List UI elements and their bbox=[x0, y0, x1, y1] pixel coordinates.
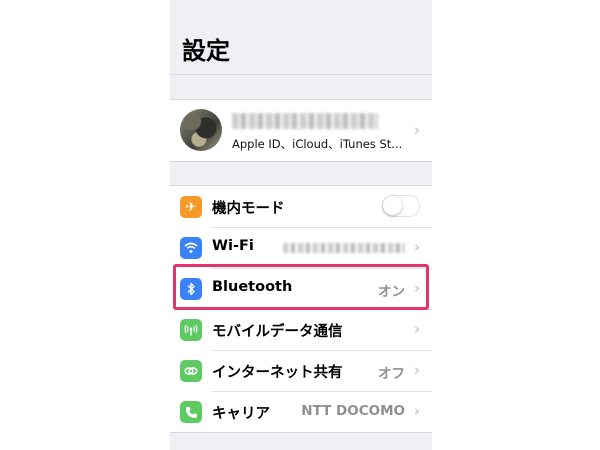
carrier-name-value: NTT DOCOMO bbox=[301, 403, 405, 419]
settings-row-airplane-mode: ✈ 機内モード bbox=[170, 187, 432, 227]
chevron-right-icon: › bbox=[413, 361, 420, 379]
page-title: 設定 bbox=[182, 37, 230, 65]
hotspot-icon bbox=[180, 360, 202, 382]
settings-row-bluetooth[interactable]: Bluetooth オン › bbox=[170, 269, 432, 309]
wifi-label: Wi-Fi bbox=[212, 238, 254, 254]
avatar bbox=[180, 109, 222, 151]
apple-id-profile-row[interactable]: Apple ID、iCloud、iTunes St... › bbox=[170, 99, 432, 162]
chevron-right-icon: › bbox=[413, 121, 420, 139]
chevron-right-icon: › bbox=[413, 279, 420, 297]
toggle-knob bbox=[383, 196, 402, 215]
chevron-right-icon: › bbox=[413, 402, 420, 420]
personal-hotspot-label: インターネット共有 bbox=[212, 365, 343, 381]
bluetooth-icon bbox=[180, 278, 202, 300]
antenna-glyph bbox=[184, 324, 198, 336]
chevron-right-icon: › bbox=[413, 238, 420, 256]
wifi-icon bbox=[180, 237, 202, 259]
settings-row-wifi[interactable]: Wi-Fi › bbox=[170, 228, 432, 268]
settings-row-personal-hotspot[interactable]: インターネット共有 オフ › bbox=[170, 351, 432, 391]
airplane-icon: ✈ bbox=[180, 196, 202, 218]
settings-list: ✈ 機内モード Wi-Fi › Bluetooth オン › モバイルデータ通信… bbox=[170, 185, 432, 433]
phone-glyph bbox=[185, 406, 197, 418]
hotspot-glyph bbox=[184, 367, 198, 375]
antenna-icon bbox=[180, 319, 202, 341]
bluetooth-label: Bluetooth bbox=[212, 279, 293, 295]
personal-hotspot-status-value: オフ bbox=[378, 366, 405, 382]
settings-screen: 設定 Apple ID、iCloud、iTunes St... › ✈ 機内モー… bbox=[170, 0, 432, 450]
bluetooth-glyph bbox=[187, 282, 195, 296]
settings-row-carrier[interactable]: キャリア NTT DOCOMO › bbox=[170, 392, 432, 432]
divider bbox=[170, 74, 432, 75]
profile-name-redacted bbox=[232, 113, 378, 129]
phone-icon bbox=[180, 401, 202, 423]
wifi-network-redacted bbox=[283, 243, 405, 253]
bluetooth-status-value: オン bbox=[378, 284, 405, 300]
mobile-data-label: モバイルデータ通信 bbox=[212, 324, 343, 340]
settings-row-mobile-data[interactable]: モバイルデータ通信 › bbox=[170, 310, 432, 350]
profile-subtitle: Apple ID、iCloud、iTunes St... bbox=[232, 137, 403, 151]
wifi-glyph bbox=[184, 242, 198, 253]
airplane-mode-toggle[interactable] bbox=[382, 195, 420, 217]
carrier-label: キャリア bbox=[212, 406, 270, 422]
airplane-mode-label: 機内モード bbox=[212, 201, 285, 217]
chevron-right-icon: › bbox=[413, 320, 420, 338]
